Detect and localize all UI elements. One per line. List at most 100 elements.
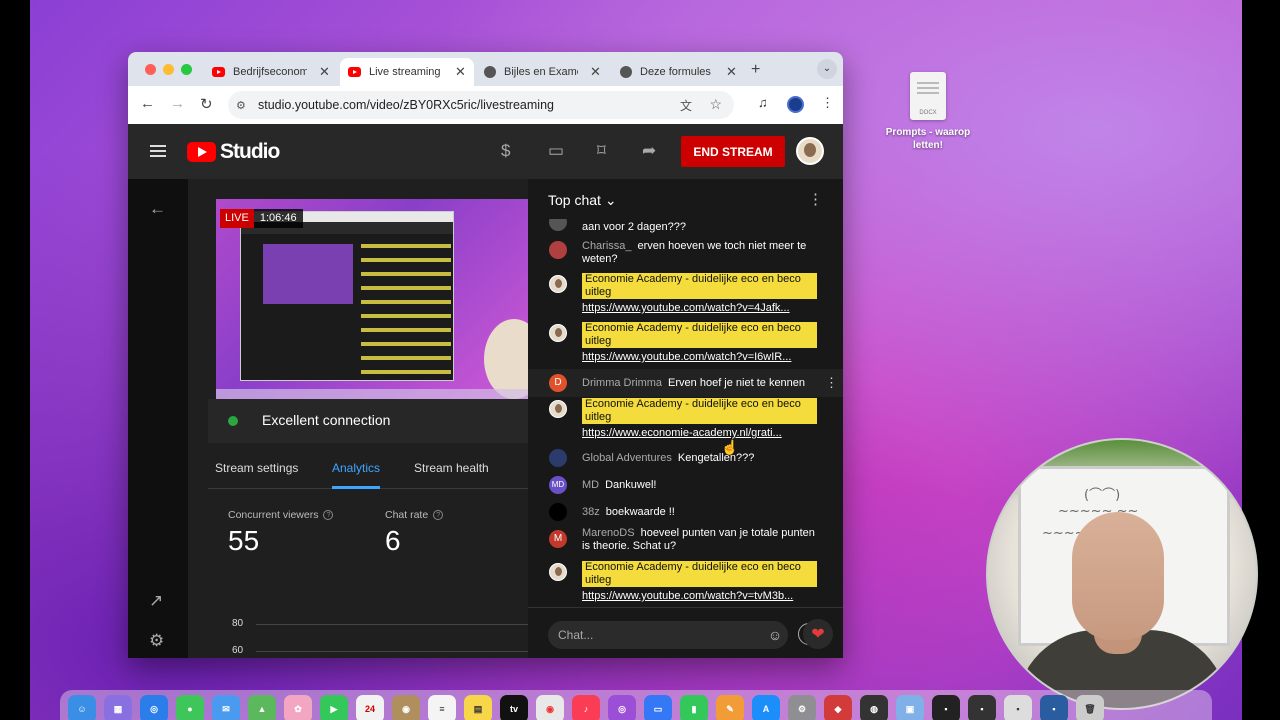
obs-icon[interactable]: ◍: [860, 695, 888, 720]
keynote-icon[interactable]: ▭: [644, 695, 672, 720]
author-name[interactable]: MD: [582, 479, 599, 491]
address-bar[interactable]: ⚙ studio.youtube.com/video/zBY0RXc5ric/l…: [228, 91, 734, 119]
author-name[interactable]: 38z: [582, 506, 600, 518]
close-window-button[interactable]: [145, 64, 156, 75]
metric-label: Concurrent viewers: [228, 509, 319, 521]
reload-icon[interactable]: ↻: [200, 95, 213, 113]
forward-icon[interactable]: →: [170, 95, 185, 112]
settings-gear-icon[interactable]: ⚙: [149, 631, 164, 651]
metric-value: 6: [385, 525, 401, 556]
tab-stream-settings[interactable]: Stream settings: [215, 461, 298, 475]
new-tab-button[interactable]: +: [751, 61, 760, 79]
message-link[interactable]: https://www.economie-academy.nl/grati...: [582, 427, 822, 440]
studio-logo-text: Studio: [220, 140, 280, 163]
maps-icon[interactable]: ▲: [248, 695, 276, 720]
highlighted-text: Economie Academy - duidelijke eco en bec…: [582, 561, 817, 587]
user-avatar: [549, 241, 567, 259]
finder-icon[interactable]: ☺: [68, 695, 96, 720]
chrome-icon[interactable]: ◉: [536, 695, 564, 720]
site-info-icon[interactable]: ⚙: [236, 99, 252, 112]
profile-avatar[interactable]: [787, 96, 804, 113]
music-icon[interactable]: ♪: [572, 695, 600, 720]
trash-icon[interactable]: 🗑: [1076, 695, 1104, 720]
chat-header: Top chat ⌄ ⋮: [528, 179, 843, 219]
author-name[interactable]: MarenoDS: [582, 527, 635, 539]
webcam-overlay: (⌒⌒) ~~~~~ ~~ ~~~~: [986, 438, 1258, 710]
zoom-window-button[interactable]: [181, 64, 192, 75]
window-thumbnail-icon[interactable]: ▪: [1004, 695, 1032, 720]
notes-icon[interactable]: ▤: [464, 695, 492, 720]
top-chat-dropdown[interactable]: Top chat ⌄: [548, 192, 617, 209]
reminders-icon[interactable]: ≡: [428, 695, 456, 720]
chat-input[interactable]: [558, 628, 748, 642]
bookmark-icon[interactable]: ⌑: [597, 141, 606, 161]
tv-icon[interactable]: tv: [500, 695, 528, 720]
tab-live-streaming[interactable]: Live streaming ✕: [340, 58, 474, 86]
tab-analytics[interactable]: Analytics: [332, 461, 381, 489]
channel-avatar[interactable]: [796, 137, 824, 165]
message-menu-icon[interactable]: ⋮: [825, 375, 838, 391]
launchpad-icon[interactable]: ▦: [104, 695, 132, 720]
author-name[interactable]: Charissa_: [582, 240, 632, 252]
safari-icon[interactable]: ◎: [140, 695, 168, 720]
window-thumbnail-icon[interactable]: ▪: [1040, 695, 1068, 720]
tab-title: Live streaming: [369, 66, 441, 78]
tab-stream-health[interactable]: Stream health: [414, 461, 489, 475]
elapsed-time: 1:06:46: [253, 209, 303, 228]
shield-icon[interactable]: ◆: [824, 695, 852, 720]
author-name[interactable]: Drimma Drimma: [582, 377, 662, 389]
back-icon[interactable]: ←: [140, 95, 155, 112]
open-external-icon[interactable]: ↗: [149, 591, 163, 611]
more-options-icon[interactable]: ⋮: [808, 190, 823, 208]
media-control-icon[interactable]: ♫: [758, 95, 768, 110]
minimize-window-button[interactable]: [163, 64, 174, 75]
help-icon[interactable]: ?: [433, 510, 444, 521]
help-icon[interactable]: ?: [323, 510, 334, 521]
tab-deze-formules[interactable]: Deze formules moet ✕: [612, 58, 745, 86]
youtube-logo-icon[interactable]: [187, 142, 216, 162]
author-name[interactable]: Global Adventures: [582, 452, 672, 464]
close-tab-icon[interactable]: ✕: [319, 64, 330, 80]
menu-icon[interactable]: [150, 145, 166, 157]
preview-icon[interactable]: ▣: [896, 695, 924, 720]
url-text: studio.youtube.com/video/zBY0RXc5ric/liv…: [258, 98, 554, 112]
pages-icon[interactable]: ✎: [716, 695, 744, 720]
contacts-icon[interactable]: ◉: [392, 695, 420, 720]
message-link[interactable]: https://www.youtube.com/watch?v=4Jafk...: [582, 302, 822, 315]
browser-menu-icon[interactable]: ⋮: [821, 95, 834, 111]
clapperboard-icon[interactable]: ▭: [548, 141, 564, 161]
translate-icon[interactable]: 文: [680, 97, 692, 114]
heart-reaction-icon[interactable]: ❤: [803, 619, 833, 649]
message-text: Kengetallen???: [677, 452, 755, 464]
tab-bijles-en-examen[interactable]: Bijles en Examen ✕: [476, 58, 609, 86]
close-tab-icon[interactable]: ✕: [455, 64, 466, 80]
facetime-icon[interactable]: ▶: [320, 695, 348, 720]
tab-bedrijfseconomie[interactable]: Bedrijfseconomie ✕: [204, 58, 338, 86]
desktop-file[interactable]: DOCX Prompts - waarop letten!: [878, 72, 978, 152]
preview-screen-capture: [240, 211, 454, 381]
site-icon: [484, 66, 496, 78]
app-store-icon[interactable]: A: [752, 695, 780, 720]
monetization-icon[interactable]: $: [501, 141, 510, 161]
emoji-icon[interactable]: ☺: [766, 626, 784, 644]
photos-icon[interactable]: ✿: [284, 695, 312, 720]
end-stream-button[interactable]: END STREAM: [681, 136, 785, 167]
tab-search-button[interactable]: ⌄: [817, 59, 837, 79]
close-tab-icon[interactable]: ✕: [726, 64, 737, 80]
calendar-icon[interactable]: 24: [356, 695, 384, 720]
back-arrow-icon[interactable]: ←: [149, 199, 166, 219]
podcasts-icon[interactable]: ◎: [608, 695, 636, 720]
numbers-icon[interactable]: ▮: [680, 695, 708, 720]
message-link[interactable]: https://www.youtube.com/watch?v=tvM3b...: [582, 590, 822, 603]
highlighted-text: Economie Academy - duidelijke eco en bec…: [582, 273, 817, 299]
axis-tick-label: 60: [232, 645, 244, 656]
system-settings-icon[interactable]: ⚙: [788, 695, 816, 720]
mail-icon[interactable]: ✉: [212, 695, 240, 720]
message-link[interactable]: https://www.youtube.com/watch?v=I6wIR...: [582, 351, 822, 364]
messages-icon[interactable]: ●: [176, 695, 204, 720]
window-thumbnail-icon[interactable]: ▪: [968, 695, 996, 720]
close-tab-icon[interactable]: ✕: [590, 64, 601, 80]
share-icon[interactable]: ➦: [642, 141, 656, 161]
window-thumbnail-icon[interactable]: ▪: [932, 695, 960, 720]
bookmark-star-icon[interactable]: ☆: [709, 96, 722, 113]
